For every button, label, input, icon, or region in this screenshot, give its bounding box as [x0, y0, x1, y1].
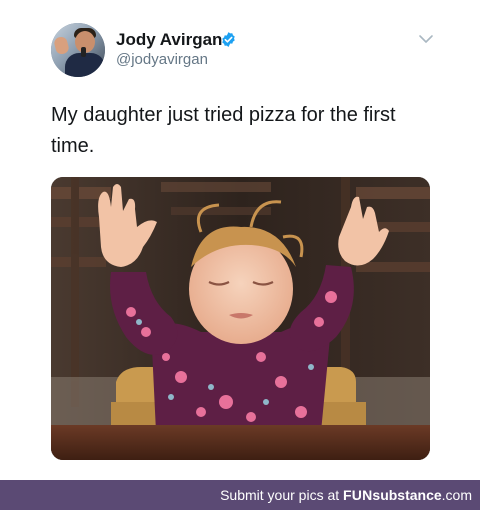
avatar-microphone [81, 47, 86, 57]
brand-substance: substance [372, 487, 442, 503]
photo-illustration [51, 177, 430, 460]
site-footer-bar: Submit your pics at FUNsubstance.com [0, 480, 480, 510]
verified-badge-icon [222, 32, 235, 47]
tweet-card: Jody Avirgan @jodyavirgan My daughter ju… [0, 0, 480, 480]
submit-link[interactable]: Submit your pics at FUNsubstance.com [220, 487, 472, 503]
user-display-name[interactable]: Jody Avirgan [116, 30, 222, 50]
user-avatar[interactable] [51, 23, 105, 77]
brand-domain: .com [441, 487, 472, 503]
footer-prefix: Submit your pics at [220, 487, 344, 503]
chevron-down-icon[interactable] [418, 33, 434, 45]
brand-fun: FUN [343, 487, 373, 503]
tweet-photo[interactable] [51, 177, 430, 460]
tweet-text: My daughter just tried pizza for the fir… [51, 104, 396, 157]
user-handle[interactable]: @jodyavirgan [116, 51, 208, 68]
